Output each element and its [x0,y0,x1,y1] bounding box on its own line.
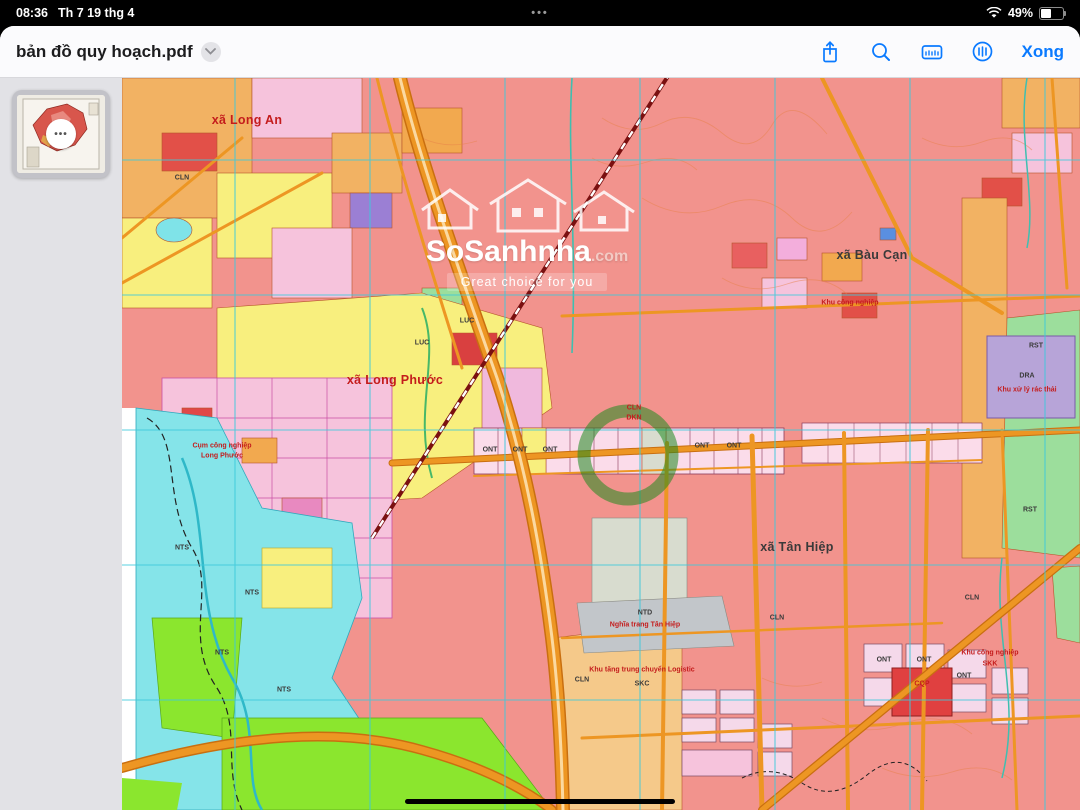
done-button[interactable]: Xong [1022,42,1065,62]
search-icon [871,42,890,61]
thumbnails-button[interactable] [920,40,944,64]
pdf-toolbar: bản đồ quy hoạch.pdf Xong [0,26,1080,78]
thumbnail-sidebar: ••• [0,78,122,810]
share-button[interactable] [818,40,842,64]
clock: 08:36 [16,6,48,20]
thumbnail-more-button[interactable]: ••• [46,119,76,149]
multitask-dots-icon[interactable]: ••• [531,7,549,19]
status-bar: 08:36 Th 7 19 thg 4 ••• 49% [0,0,1080,26]
battery-percent: 49% [1007,6,1033,20]
pdf-page-map[interactable]: SoSanhnha.com Great choice for you xã Lo… [122,78,1080,810]
wifi-icon [986,7,1002,19]
markup-icon [972,41,993,62]
title-menu-button[interactable] [200,41,221,62]
thumbnails-icon [921,44,942,59]
date: Th 7 19 thg 4 [57,6,135,20]
map-svg [122,78,1080,810]
document-title: bản đồ quy hoạch.pdf [16,41,193,61]
pdf-viewer-window: bản đồ quy hoạch.pdf Xong ••• SoSanhnha.… [0,26,1080,810]
home-indicator[interactable] [405,799,675,804]
chevron-down-icon [205,48,217,55]
page-thumbnail[interactable]: ••• [12,90,110,178]
share-icon [822,40,837,62]
battery-icon [1039,6,1066,20]
markup-button[interactable] [971,40,995,64]
search-button[interactable] [869,40,893,64]
